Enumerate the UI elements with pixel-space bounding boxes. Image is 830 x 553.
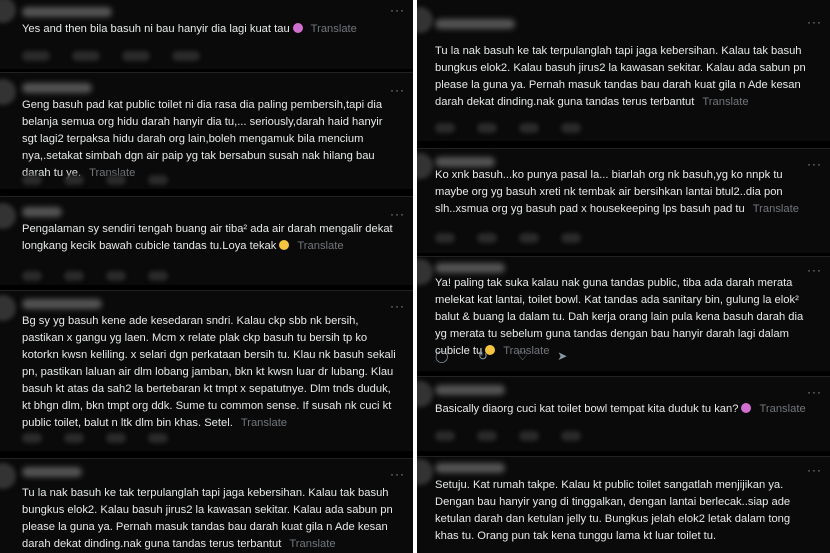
more-options-icon[interactable]: ··· xyxy=(390,299,405,313)
author-name xyxy=(22,467,82,477)
avatar xyxy=(417,381,433,407)
post[interactable]: ··· Geng basuh pad kat public toilet ni … xyxy=(0,72,413,189)
post-actions-blurred xyxy=(22,171,393,185)
post[interactable]: ··· Pengalaman sy sendiri tengah buang a… xyxy=(0,196,413,285)
post-text: Bg sy yg basuh kene ade kesedaran sndri.… xyxy=(22,313,399,432)
avatar xyxy=(0,203,16,229)
avatar xyxy=(0,0,16,23)
author-name xyxy=(22,83,92,93)
post-actions-blurred xyxy=(435,427,810,441)
author-name xyxy=(435,463,505,473)
post-actions-blurred xyxy=(435,119,810,133)
post[interactable]: ··· Basically diaorg cuci kat toilet bow… xyxy=(417,376,830,451)
translate-link[interactable]: Translate xyxy=(753,203,799,215)
reply-icon[interactable]: ◯ xyxy=(435,349,448,363)
more-options-icon[interactable]: ··· xyxy=(807,385,822,399)
translate-link[interactable]: Translate xyxy=(241,417,287,429)
translate-link[interactable]: Translate xyxy=(311,23,357,35)
post-body: Bg sy yg basuh kene ade kesedaran sndri.… xyxy=(22,315,396,429)
author-name xyxy=(22,299,102,309)
post-body: Geng basuh pad kat public toilet ni dia … xyxy=(22,99,383,179)
post[interactable]: ··· Tu la nak basuh ke tak terpulanglah … xyxy=(417,0,830,141)
avatar xyxy=(0,463,16,489)
right-column: ··· Tu la nak basuh ke tak terpulanglah … xyxy=(417,0,830,553)
more-options-icon[interactable]: ··· xyxy=(390,207,405,221)
translate-link[interactable]: Translate xyxy=(289,538,335,550)
more-options-icon[interactable]: ··· xyxy=(390,83,405,97)
retweet-icon[interactable]: ↻ xyxy=(478,349,488,363)
post[interactable]: ··· Tu la nak basuh ke tak terpulanglah … xyxy=(0,458,413,553)
avatar xyxy=(417,459,433,485)
post[interactable]: ··· Setuju. Kat rumah takpe. Kalau kt pu… xyxy=(417,456,830,553)
post[interactable]: ··· Bg sy yg basuh kene ade kesedaran sn… xyxy=(0,290,413,451)
post-actions: ◯ ↻ ♡ ➤ xyxy=(435,349,593,363)
share-icon[interactable]: ➤ xyxy=(557,349,567,363)
post-text: Setuju. Kat rumah takpe. Kalau kt public… xyxy=(435,477,816,545)
post-actions-blurred xyxy=(22,47,393,61)
laughing-emoji-icon xyxy=(292,23,303,33)
post-text: Basically diaorg cuci kat toilet bowl te… xyxy=(435,401,816,418)
author-name xyxy=(22,207,62,217)
more-options-icon[interactable]: ··· xyxy=(390,3,405,17)
laughing-emoji-icon xyxy=(741,403,752,413)
avatar xyxy=(0,295,16,321)
post[interactable]: ··· Ko xnk basuh...ko punya pasal la... … xyxy=(417,148,830,253)
author-name xyxy=(435,385,505,395)
more-options-icon[interactable]: ··· xyxy=(390,467,405,481)
post-body: Setuju. Kat rumah takpe. Kalau kt public… xyxy=(435,479,791,542)
avatar xyxy=(417,153,433,179)
post-body: Tu la nak basuh ke tak terpulanglah tapi… xyxy=(435,45,806,108)
translate-link[interactable]: Translate xyxy=(702,96,748,108)
author-name xyxy=(435,263,505,273)
post-text: Tu la nak basuh ke tak terpulanglah tapi… xyxy=(435,43,816,111)
post-text: Ya! paling tak suka kalau nak guna tanda… xyxy=(435,275,816,360)
author-name xyxy=(435,19,515,29)
post-text: Ko xnk basuh...ko punya pasal la... biar… xyxy=(435,167,816,218)
post[interactable]: ··· Ya! paling tak suka kalau nak guna t… xyxy=(417,256,830,371)
avatar xyxy=(417,7,433,33)
post-text: Pengalaman sy sendiri tengah buang air t… xyxy=(22,221,399,255)
avatar xyxy=(417,259,433,285)
post-text: Tu la nak basuh ke tak terpulanglah tapi… xyxy=(22,485,399,553)
avatar xyxy=(0,79,16,105)
post-body: Basically diaorg cuci kat toilet bowl te… xyxy=(435,403,739,415)
post-body: Ko xnk basuh...ko punya pasal la... biar… xyxy=(435,169,783,215)
left-column: ··· Yes and then bila basuh ni bau hanyi… xyxy=(0,0,413,553)
post-body: Tu la nak basuh ke tak terpulanglah tapi… xyxy=(22,487,393,550)
post-text: Geng basuh pad kat public toilet ni dia … xyxy=(22,97,399,182)
translate-link[interactable]: Translate xyxy=(759,403,805,415)
post-actions-blurred xyxy=(435,229,810,243)
post-body: Yes and then bila basuh ni bau hanyir di… xyxy=(22,23,290,35)
more-options-icon[interactable]: ··· xyxy=(807,463,822,477)
more-options-icon[interactable]: ··· xyxy=(807,15,822,29)
like-icon[interactable]: ♡ xyxy=(517,349,528,363)
post-actions-blurred xyxy=(22,429,393,443)
post-actions-blurred xyxy=(22,267,393,281)
author-name xyxy=(22,7,112,17)
translate-link[interactable]: Translate xyxy=(297,240,343,252)
post[interactable]: ··· Yes and then bila basuh ni bau hanyi… xyxy=(0,0,413,69)
author-name xyxy=(435,157,495,167)
post-text: Yes and then bila basuh ni bau hanyir di… xyxy=(22,21,399,38)
nauseated-emoji-icon xyxy=(279,240,290,250)
